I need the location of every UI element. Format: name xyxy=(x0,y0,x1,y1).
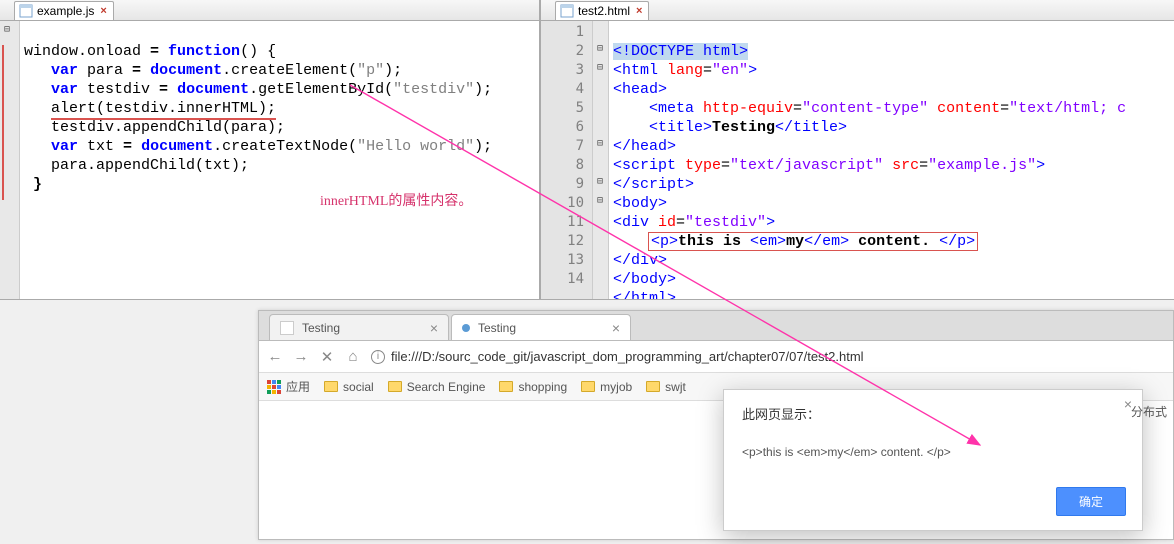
alert-message: <p>this is <em>my</em> content. </p> xyxy=(742,445,1126,459)
browser-navbar: ← → ✕ ⌂ i file:///D:/sourc_code_git/java… xyxy=(259,341,1173,373)
folder-icon xyxy=(499,381,513,392)
tab-example-js[interactable]: example.js × xyxy=(14,1,114,20)
left-code-area[interactable]: window.onload = function() { var para = … xyxy=(20,21,539,299)
browser-window: Testing × Testing × ← → ✕ ⌂ i file:///D:… xyxy=(258,310,1174,540)
left-editor-pane: example.js × ⊟ window.onload = function(… xyxy=(0,0,541,299)
right-code-area[interactable]: <!DOCTYPE html> <html lang="en"> <head> … xyxy=(609,21,1174,299)
browser-tab-1[interactable]: Testing × xyxy=(269,314,449,340)
left-tabbar: example.js × xyxy=(0,0,539,21)
tab-label: test2.html xyxy=(578,4,630,18)
right-tabbar: test2.html × xyxy=(541,0,1174,21)
line-number-gutter: 1234567891011121314 xyxy=(541,21,593,299)
bookmark-folder[interactable]: swjt xyxy=(646,380,686,394)
doctype-highlight: <!DOCTYPE html> xyxy=(613,43,748,60)
tab-label: example.js xyxy=(37,4,94,18)
fold-minus-icon[interactable]: ⊟ xyxy=(597,176,603,187)
apps-label: 应用 xyxy=(286,378,310,395)
address-bar[interactable]: i file:///D:/sourc_code_git/javascript_d… xyxy=(371,349,1165,364)
folder-icon xyxy=(388,381,402,392)
back-icon[interactable]: ← xyxy=(267,348,283,365)
close-icon[interactable]: × xyxy=(430,320,438,336)
url-text: file:///D:/sourc_code_git/javascript_dom… xyxy=(391,349,864,364)
browser-tab-2[interactable]: Testing × xyxy=(451,314,631,340)
bookmark-folder[interactable]: myjob xyxy=(581,380,632,394)
browser-tabstrip: Testing × Testing × xyxy=(259,311,1173,341)
fold-minus-icon[interactable]: ⊟ xyxy=(4,24,10,35)
html-file-icon xyxy=(560,4,574,18)
bookmark-folder[interactable]: social xyxy=(324,380,374,394)
forward-icon[interactable]: → xyxy=(293,348,309,365)
js-file-icon xyxy=(19,4,33,18)
right-editor-pane: test2.html × 1234567891011121314 ⊟ ⊟ ⊟ ⊟… xyxy=(541,0,1174,299)
apps-icon xyxy=(267,380,281,394)
fold-minus-icon[interactable]: ⊟ xyxy=(597,138,603,149)
bookmark-folder[interactable]: shopping xyxy=(499,380,567,394)
page-icon xyxy=(280,321,294,335)
fold-bracket xyxy=(2,45,4,200)
fold-minus-icon[interactable]: ⊟ xyxy=(597,195,603,206)
folder-icon xyxy=(646,381,660,392)
fold-gutter: ⊟ ⊟ ⊟ ⊟ ⊟ xyxy=(593,21,609,299)
left-gutter: ⊟ xyxy=(0,21,20,299)
folder-icon xyxy=(581,381,595,392)
highlighted-alert-line: alert(testdiv.innerHTML); xyxy=(51,100,276,120)
highlighted-p-line: <p>this is <em>my</em> content. </p> xyxy=(649,233,977,250)
close-icon[interactable]: × xyxy=(636,5,642,17)
fold-minus-icon[interactable]: ⊟ xyxy=(597,62,603,73)
close-icon[interactable]: × xyxy=(612,320,620,336)
tab-test2-html[interactable]: test2.html × xyxy=(555,1,649,20)
alert-ok-button[interactable]: 确定 xyxy=(1056,487,1126,516)
info-icon[interactable]: i xyxy=(371,350,385,364)
browser-tab-title: Testing xyxy=(302,321,340,335)
stop-icon[interactable]: ✕ xyxy=(319,348,335,366)
overflow-bookmark[interactable]: 分布式 xyxy=(1131,403,1167,420)
home-icon[interactable]: ⌂ xyxy=(345,348,361,365)
annotation-text: innerHTML的属性内容。 xyxy=(320,190,472,210)
apps-button[interactable]: 应用 xyxy=(267,378,310,395)
close-icon[interactable]: × xyxy=(100,5,106,17)
folder-icon xyxy=(324,381,338,392)
js-alert-dialog: × 此网页显示： <p>this is <em>my</em> content.… xyxy=(723,389,1143,531)
browser-tab-title: Testing xyxy=(478,321,516,335)
bookmark-folder[interactable]: Search Engine xyxy=(388,380,486,394)
loading-dot-icon xyxy=(462,324,470,332)
fold-minus-icon[interactable]: ⊟ xyxy=(597,43,603,54)
alert-heading: 此网页显示： xyxy=(742,404,1126,423)
